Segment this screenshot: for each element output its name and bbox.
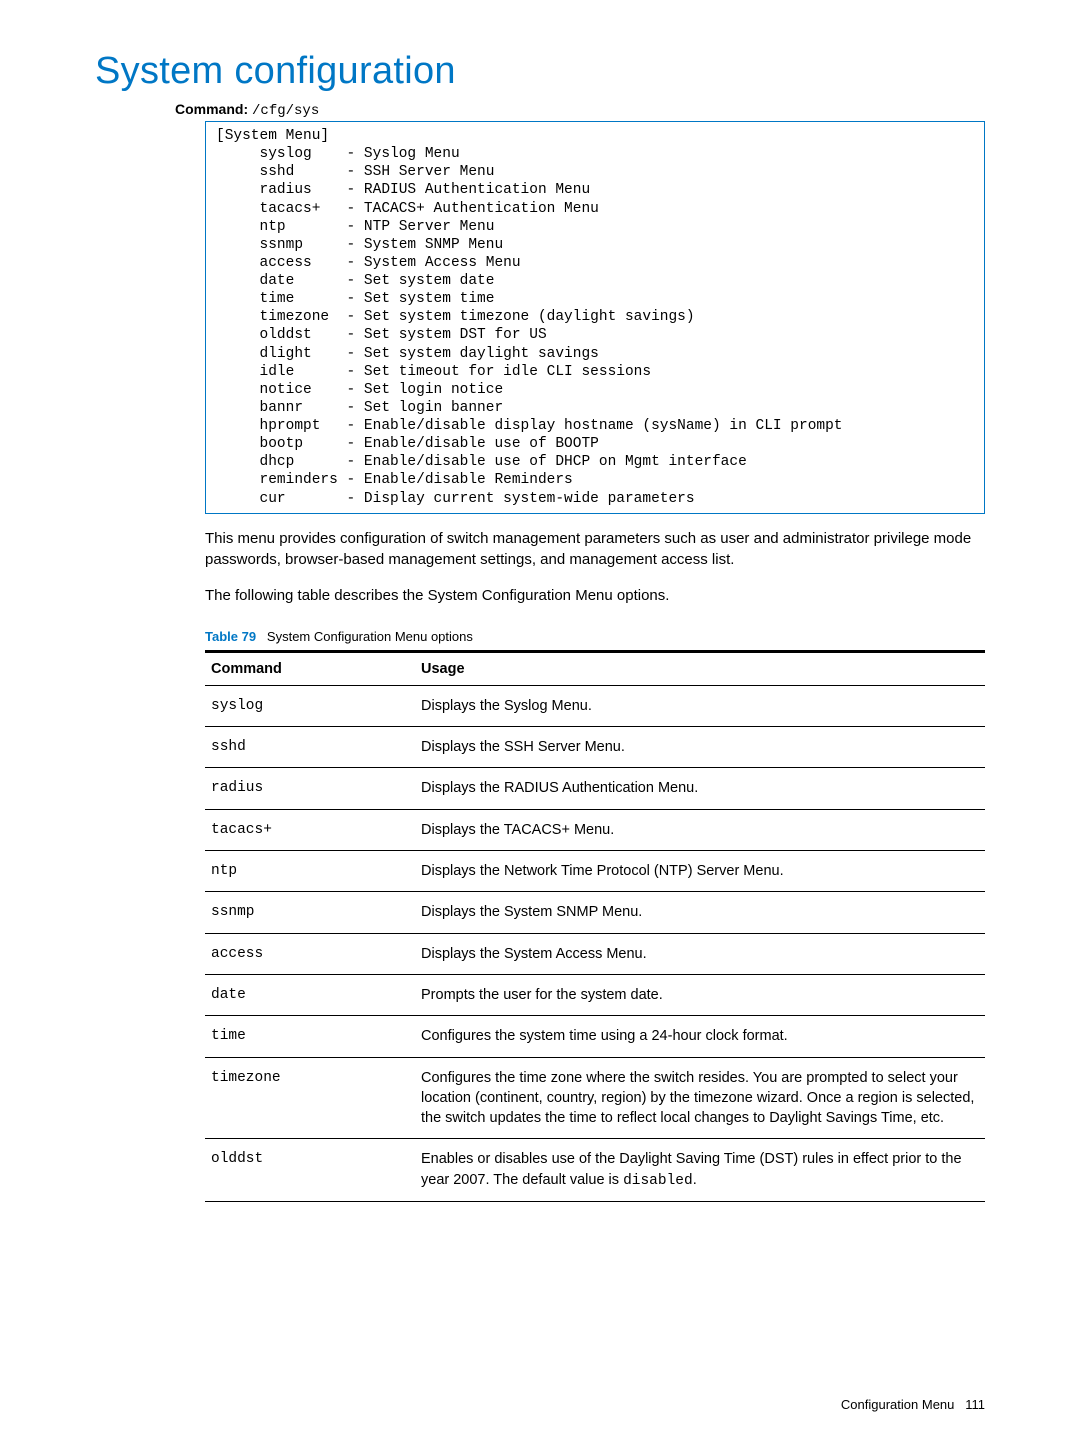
table-row: ntpDisplays the Network Time Protocol (N… [205, 851, 985, 892]
options-table: Command Usage syslogDisplays the Syslog … [205, 650, 985, 1202]
table-row: radiusDisplays the RADIUS Authentication… [205, 768, 985, 809]
cmd-cell: time [205, 1016, 415, 1057]
cmd-cell: tacacs+ [205, 809, 415, 850]
table-row: datePrompts the user for the system date… [205, 974, 985, 1015]
cmd-cell: access [205, 933, 415, 974]
usage-cell: Enables or disables use of the Daylight … [415, 1139, 985, 1202]
table-row: sshdDisplays the SSH Server Menu. [205, 727, 985, 768]
usage-cell: Displays the Network Time Protocol (NTP)… [415, 851, 985, 892]
table-header-row: Command Usage [205, 651, 985, 685]
usage-cell: Displays the System Access Menu. [415, 933, 985, 974]
usage-cell: Displays the RADIUS Authentication Menu. [415, 768, 985, 809]
table-row: ssnmpDisplays the System SNMP Menu. [205, 892, 985, 933]
cmd-cell: syslog [205, 685, 415, 726]
command-path: /cfg/sys [252, 103, 319, 119]
table-number: Table 79 [205, 629, 256, 644]
system-menu-code: [System Menu] syslog - Syslog Menu sshd … [205, 121, 985, 514]
usage-post: . [693, 1172, 697, 1188]
usage-cell: Prompts the user for the system date. [415, 974, 985, 1015]
cmd-cell: timezone [205, 1057, 415, 1139]
cmd-cell: olddst [205, 1139, 415, 1202]
cmd-cell: date [205, 974, 415, 1015]
cmd-cell: ssnmp [205, 892, 415, 933]
cmd-cell: ntp [205, 851, 415, 892]
usage-cell: Displays the Syslog Menu. [415, 685, 985, 726]
paragraph-intro: This menu provides configuration of swit… [205, 528, 985, 572]
table-row: tacacs+Displays the TACACS+ Menu. [205, 809, 985, 850]
cmd-cell: radius [205, 768, 415, 809]
table-row: syslogDisplays the Syslog Menu. [205, 685, 985, 726]
command-label: Command: [175, 101, 248, 117]
col-command: Command [205, 651, 415, 685]
cmd-cell: sshd [205, 727, 415, 768]
command-line: Command: /cfg/sys [175, 101, 985, 119]
table-row: accessDisplays the System Access Menu. [205, 933, 985, 974]
usage-cell: Configures the time zone where the switc… [415, 1057, 985, 1139]
page-footer: Configuration Menu 111 [841, 1397, 985, 1412]
table-row: timeConfigures the system time using a 2… [205, 1016, 985, 1057]
table-caption-text [260, 629, 267, 644]
col-usage: Usage [415, 651, 985, 685]
footer-page: 111 [965, 1397, 985, 1412]
usage-cell: Configures the system time using a 24-ho… [415, 1016, 985, 1057]
table-caption-body: System Configuration Menu options [267, 629, 473, 644]
usage-cell: Displays the TACACS+ Menu. [415, 809, 985, 850]
usage-code: disabled [623, 1173, 693, 1189]
footer-section: Configuration Menu [841, 1397, 954, 1412]
table-caption: Table 79 System Configuration Menu optio… [205, 629, 985, 644]
usage-cell: Displays the SSH Server Menu. [415, 727, 985, 768]
paragraph-table-lead: The following table describes the System… [205, 585, 985, 607]
usage-cell: Displays the System SNMP Menu. [415, 892, 985, 933]
table-row: olddst Enables or disables use of the Da… [205, 1139, 985, 1202]
table-row: timezoneConfigures the time zone where t… [205, 1057, 985, 1139]
page-title: System configuration [95, 50, 985, 93]
